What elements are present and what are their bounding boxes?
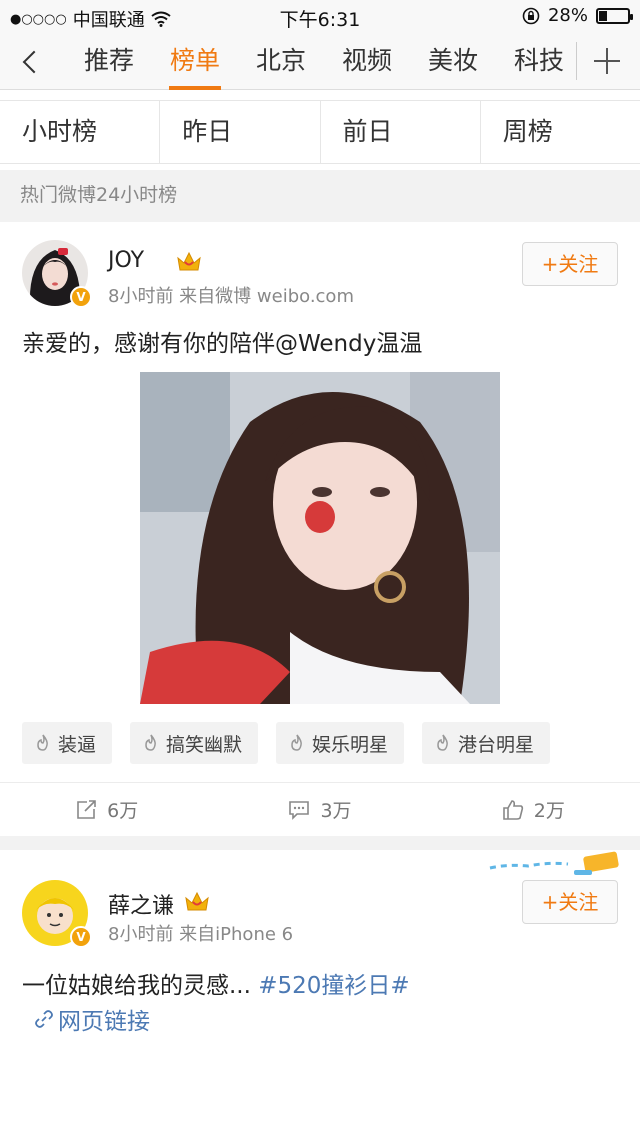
add-category-icon[interactable]	[592, 46, 622, 76]
verified-badge-icon: V	[70, 926, 92, 948]
crown-icon	[177, 251, 201, 271]
comment-button[interactable]: 3万	[213, 783, 426, 836]
topic-tag-label: 娱乐明星	[312, 733, 389, 756]
avatar[interactable]: V	[22, 240, 92, 308]
repost-button[interactable]: 6万	[0, 783, 213, 836]
link-icon	[35, 1010, 53, 1028]
crown-icon	[185, 891, 209, 911]
topic-tag-label: 港台明星	[458, 733, 535, 756]
post-action-bar: 6万 3万 2万	[0, 782, 640, 836]
category-navbar: 推荐 榜单 北京 视频 美妆 科技	[0, 34, 640, 90]
avatar[interactable]: V	[22, 880, 92, 948]
topic-tag-label: 搞笑幽默	[166, 733, 243, 756]
like-button[interactable]: 2万	[427, 783, 640, 836]
nav-divider	[576, 42, 577, 80]
subtab-weekly[interactable]: 周榜	[481, 101, 640, 163]
tab-video[interactable]: 视频	[324, 34, 410, 90]
battery-percent: 28%	[547, 5, 588, 26]
post-meta: 8小时前 来自iPhone 6	[108, 924, 294, 945]
rotation-lock-icon	[522, 7, 540, 24]
flame-icon	[291, 734, 302, 751]
back-arrow-icon[interactable]	[16, 44, 46, 80]
verified-badge-icon: V	[70, 286, 92, 308]
comment-count: 3万	[320, 800, 352, 822]
tab-rankings[interactable]: 榜单	[152, 34, 238, 90]
post-text: 亲爱的，感谢有你的陪伴@Wendy温温	[22, 331, 423, 357]
topic-tag[interactable]: 娱乐明星	[276, 722, 405, 764]
tab-tech[interactable]: 科技	[496, 34, 582, 90]
status-bar: ●○○○○ 中国联通 下午6:31 28%	[0, 0, 640, 34]
card-separator	[0, 836, 640, 850]
like-count: 2万	[533, 800, 565, 822]
topic-tag-label: 装逼	[58, 733, 97, 756]
flame-icon	[145, 734, 156, 751]
tab-recommend[interactable]: 推荐	[66, 34, 152, 90]
repost-icon	[77, 799, 96, 819]
comment-icon	[289, 800, 310, 820]
topic-tag[interactable]: 搞笑幽默	[130, 722, 259, 764]
post-meta: 8小时前 来自微博 weibo.com	[108, 286, 354, 307]
category-tabs: 推荐 榜单 北京 视频 美妆 科技	[66, 34, 582, 90]
section-heading: 热门微博24小时榜	[0, 170, 640, 222]
post-username[interactable]: 薛之谦	[108, 888, 174, 920]
hashtag-link[interactable]: #520撞衫日#	[258, 973, 409, 999]
web-link-label: 网页链接	[58, 1009, 150, 1035]
post-photo[interactable]	[140, 372, 500, 704]
post-text: 一位姑娘给我的灵感... #520撞衫日#	[22, 966, 410, 1000]
topic-tag[interactable]: 装逼	[22, 722, 113, 764]
post-text-body: 一位姑娘给我的灵感...	[22, 973, 251, 999]
repost-count: 6万	[107, 800, 139, 822]
flame-icon	[37, 734, 48, 751]
tab-beauty[interactable]: 美妆	[410, 34, 496, 90]
ranking-period-tabs: 小时榜 昨日 前日 周榜	[0, 100, 640, 164]
decoration-icon	[489, 851, 619, 875]
subtab-hourly[interactable]: 小时榜	[0, 101, 161, 163]
topic-tag[interactable]: 港台明星	[422, 722, 551, 764]
topic-tags: 装逼 搞笑幽默 娱乐明星 港台明星	[22, 722, 551, 764]
battery-icon	[596, 7, 633, 24]
post-card: V JOY 8小时前 来自微博 weibo.com +关注 亲爱的，感谢有你的陪…	[0, 222, 640, 836]
flame-icon	[437, 734, 448, 751]
subtab-day-before[interactable]: 前日	[321, 101, 481, 163]
tab-beijing[interactable]: 北京	[238, 34, 324, 90]
thumbs-up-icon	[502, 799, 523, 820]
follow-button[interactable]: +关注	[522, 880, 618, 924]
subtab-yesterday[interactable]: 昨日	[160, 101, 321, 163]
post-username[interactable]: JOY	[108, 248, 144, 273]
follow-button[interactable]: +关注	[522, 242, 618, 286]
post-card: V 薛之谦 8小时前 来自iPhone 6 +关注 一位姑娘给我的灵感... #…	[0, 850, 640, 1138]
web-link[interactable]: 网页链接	[34, 1002, 150, 1036]
